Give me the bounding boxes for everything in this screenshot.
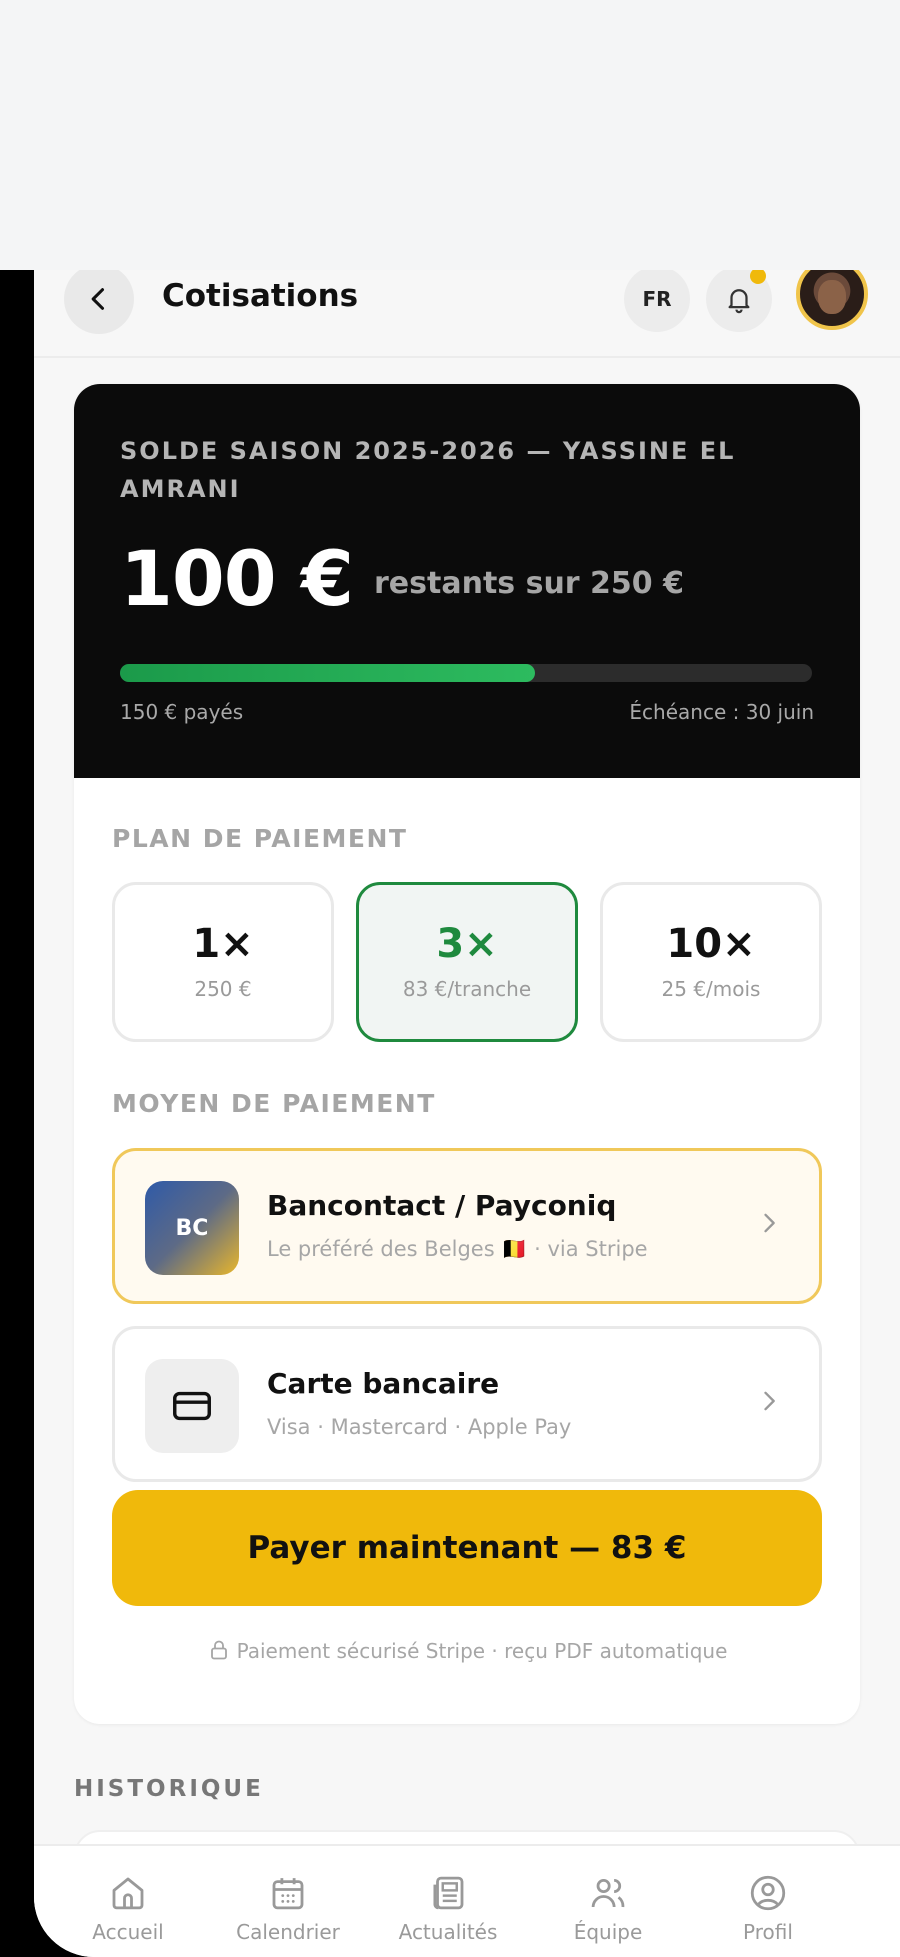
lock-icon xyxy=(210,1640,227,1660)
balance-amount: 100 € xyxy=(120,534,354,623)
top-bar: Cotisations FR xyxy=(34,270,900,358)
secure-note-text: Paiement sécurisé Stripe · reçu PDF auto… xyxy=(236,1639,728,1663)
nav-item-team[interactable]: Équipe xyxy=(528,1846,688,1944)
notifications-button[interactable] xyxy=(706,270,772,332)
credit-card-icon xyxy=(145,1359,239,1453)
language-button[interactable]: FR xyxy=(624,270,690,332)
plan-amount: 250 € xyxy=(194,977,252,1001)
nav-label: Calendrier xyxy=(236,1920,340,1944)
back-button[interactable] xyxy=(64,270,134,334)
nav-item-calendar[interactable]: Calendrier xyxy=(208,1846,368,1944)
nav-item-profile[interactable]: Profil xyxy=(688,1846,848,1944)
avatar-face xyxy=(818,280,846,314)
payment-plan-label: PLAN DE PAIEMENT xyxy=(112,824,408,853)
pay-now-button[interactable]: Payer maintenant — 83 € xyxy=(112,1490,822,1606)
secure-payment-note: Paiement sécurisé Stripe · reçu PDF auto… xyxy=(74,1638,860,1663)
balance-remaining-text: restants sur 250 € xyxy=(374,566,684,601)
avatar[interactable] xyxy=(796,270,868,330)
nav-item-home[interactable]: Accueil xyxy=(48,1846,208,1944)
chevron-left-icon xyxy=(91,288,105,310)
app-screen: Cotisations FR SOLDE SAISON 2025-2026 — … xyxy=(34,270,900,1957)
team-icon xyxy=(591,1879,625,1908)
newspaper-icon xyxy=(433,1876,464,1910)
plan-count: 1× xyxy=(192,921,254,967)
balance-panel: SOLDE SAISON 2025-2026 — YASSINE EL AMRA… xyxy=(74,384,860,778)
page: Cotisations FR SOLDE SAISON 2025-2026 — … xyxy=(0,0,900,1957)
method-subtitle: Le préféré des Belges 🇧🇪 · via Stripe xyxy=(267,1237,648,1261)
nav-label: Accueil xyxy=(92,1920,164,1944)
method-bancontact[interactable]: BC Bancontact / Payconiq Le préféré des … xyxy=(112,1148,822,1304)
balance-heading: SOLDE SAISON 2025-2026 — YASSINE EL AMRA… xyxy=(120,437,736,503)
method-title: Bancontact / Payconiq xyxy=(267,1189,617,1222)
method-card[interactable]: Carte bancaire Visa · Mastercard · Apple… xyxy=(112,1326,822,1482)
bancontact-logo: BC xyxy=(145,1181,239,1275)
method-subtitle: Visa · Mastercard · Apple Pay xyxy=(267,1415,572,1439)
home-icon xyxy=(112,1877,144,1910)
history-label: HISTORIQUE xyxy=(74,1776,264,1802)
bell-icon xyxy=(728,289,750,314)
plan-count: 3× xyxy=(436,921,498,967)
nav-item-news[interactable]: Actualités xyxy=(368,1846,528,1944)
payment-progress-bar xyxy=(120,664,812,682)
nav-label: Profil xyxy=(743,1920,793,1944)
plan-option-10x[interactable]: 10× 25 €/mois xyxy=(600,882,822,1042)
method-title: Carte bancaire xyxy=(267,1367,500,1400)
plan-option-1x[interactable]: 1× 250 € xyxy=(112,882,334,1042)
payment-card: SOLDE SAISON 2025-2026 — YASSINE EL AMRA… xyxy=(74,384,860,1724)
payment-progress-fill xyxy=(120,664,536,682)
paid-label: 150 € payés xyxy=(120,700,244,724)
calendar-icon xyxy=(272,1878,304,1910)
plan-amount: 25 €/mois xyxy=(661,977,761,1001)
plan-amount: 83 €/tranche xyxy=(402,977,532,1001)
profile-icon xyxy=(750,1875,786,1911)
bottom-nav: Accueil Calendrier Actualités Équipe Pro… xyxy=(34,1844,900,1957)
chevron-right-icon xyxy=(764,1391,775,1411)
payment-method-label: MOYEN DE PAIEMENT xyxy=(112,1089,436,1118)
chevron-right-icon xyxy=(764,1213,775,1233)
notification-dot xyxy=(750,270,766,284)
nav-label: Actualités xyxy=(398,1920,498,1944)
nav-label: Équipe xyxy=(573,1920,643,1944)
due-date-label: Échéance : 30 juin xyxy=(629,700,814,724)
plan-option-3x[interactable]: 3× 83 €/tranche xyxy=(356,882,578,1042)
page-title: Cotisations xyxy=(162,278,359,314)
plan-count: 10× xyxy=(666,921,756,967)
